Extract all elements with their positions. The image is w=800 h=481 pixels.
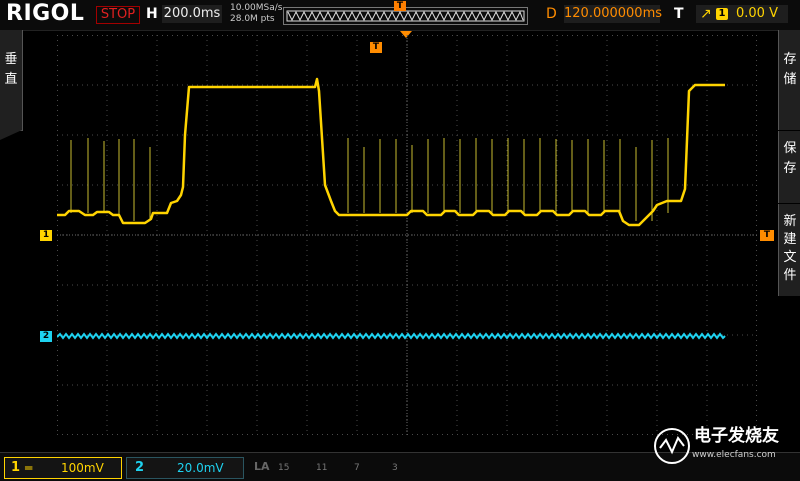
ch1-glitch-spikes [70, 138, 669, 221]
trigger-source-badge: 1 [716, 8, 728, 20]
ch2-waveform [57, 332, 726, 340]
sample-rate: 10.00MSa/s [230, 3, 283, 13]
ch2-offset-marker[interactable]: 2 [40, 331, 52, 342]
ch2-settings-tab[interactable]: 2 20.0mV [126, 457, 244, 479]
ch1-scale: 100mV [61, 461, 104, 475]
acquisition-info: 10.00MSa/s 28.0M pts [230, 3, 282, 25]
logic-analyzer-tab[interactable]: LA 15 11 7 3 [248, 457, 408, 477]
vertical-menu-char: 垂 [4, 52, 18, 67]
left-panel-corner [0, 130, 22, 140]
ch1-offset-marker[interactable]: 1 [40, 230, 52, 241]
storage-menu-char: 存 [783, 52, 797, 67]
la-label: LA [254, 460, 270, 473]
watermark-logo-icon [654, 428, 690, 464]
trigger-level: 0.00 V [736, 6, 778, 21]
trigger-label: T [674, 6, 684, 22]
rising-edge-icon: ↗ [700, 6, 712, 22]
dc-coupling-icon: ═ [25, 461, 33, 475]
delay-label: D [546, 6, 557, 22]
ch1-settings-tab[interactable]: 1 ═ 100mV [4, 457, 122, 479]
run-stop-indicator[interactable]: STOP [96, 6, 140, 24]
save-menu-char: 保 [783, 141, 797, 156]
trigger-settings[interactable]: ↗ 1 0.00 V [696, 5, 788, 23]
memory-trigger-marker: T [394, 1, 406, 11]
ch2-number: 2 [135, 460, 145, 475]
status-bar: RIGOL STOP H 200.0ms 10.00MSa/s 28.0M pt… [0, 0, 800, 31]
trigger-level-marker[interactable]: T [760, 230, 774, 241]
vertical-menu-tab[interactable]: 垂 直 [0, 30, 23, 131]
waveform-display[interactable] [57, 35, 757, 435]
vertical-menu-char: 直 [4, 72, 18, 87]
la-group-label: 11 [316, 463, 328, 473]
new-file-menu-char: 新 [783, 214, 797, 229]
storage-menu-char: 储 [783, 72, 797, 87]
save-menu-char: 存 [783, 161, 797, 176]
memory-depth: 28.0M pts [230, 14, 275, 24]
la-group-label: 7 [354, 463, 360, 473]
storage-menu-button[interactable]: 存 储 [778, 30, 800, 130]
la-group-label: 3 [392, 463, 398, 473]
ch2-scale: 20.0mV [177, 461, 224, 475]
brand-logo: RIGOL [6, 1, 85, 26]
watermark-name: 电子发烧友 [694, 426, 779, 446]
timebase-value[interactable]: 200.0ms [162, 5, 222, 23]
ch1-number: 1 [11, 460, 21, 475]
new-file-menu-char: 文 [783, 250, 797, 265]
horizontal-label: H [146, 6, 158, 22]
watermark: 电子发烧友 www.elecfans.com [648, 420, 788, 476]
save-menu-button[interactable]: 保 存 [778, 131, 800, 203]
new-file-menu-char: 建 [783, 232, 797, 247]
new-file-menu-button[interactable]: 新 建 文 件 [778, 204, 800, 296]
delay-value[interactable]: 120.000000ms [564, 5, 662, 23]
new-file-menu-char: 件 [783, 268, 797, 283]
la-group-label: 15 [278, 463, 290, 473]
watermark-url: www.elecfans.com [692, 450, 776, 460]
